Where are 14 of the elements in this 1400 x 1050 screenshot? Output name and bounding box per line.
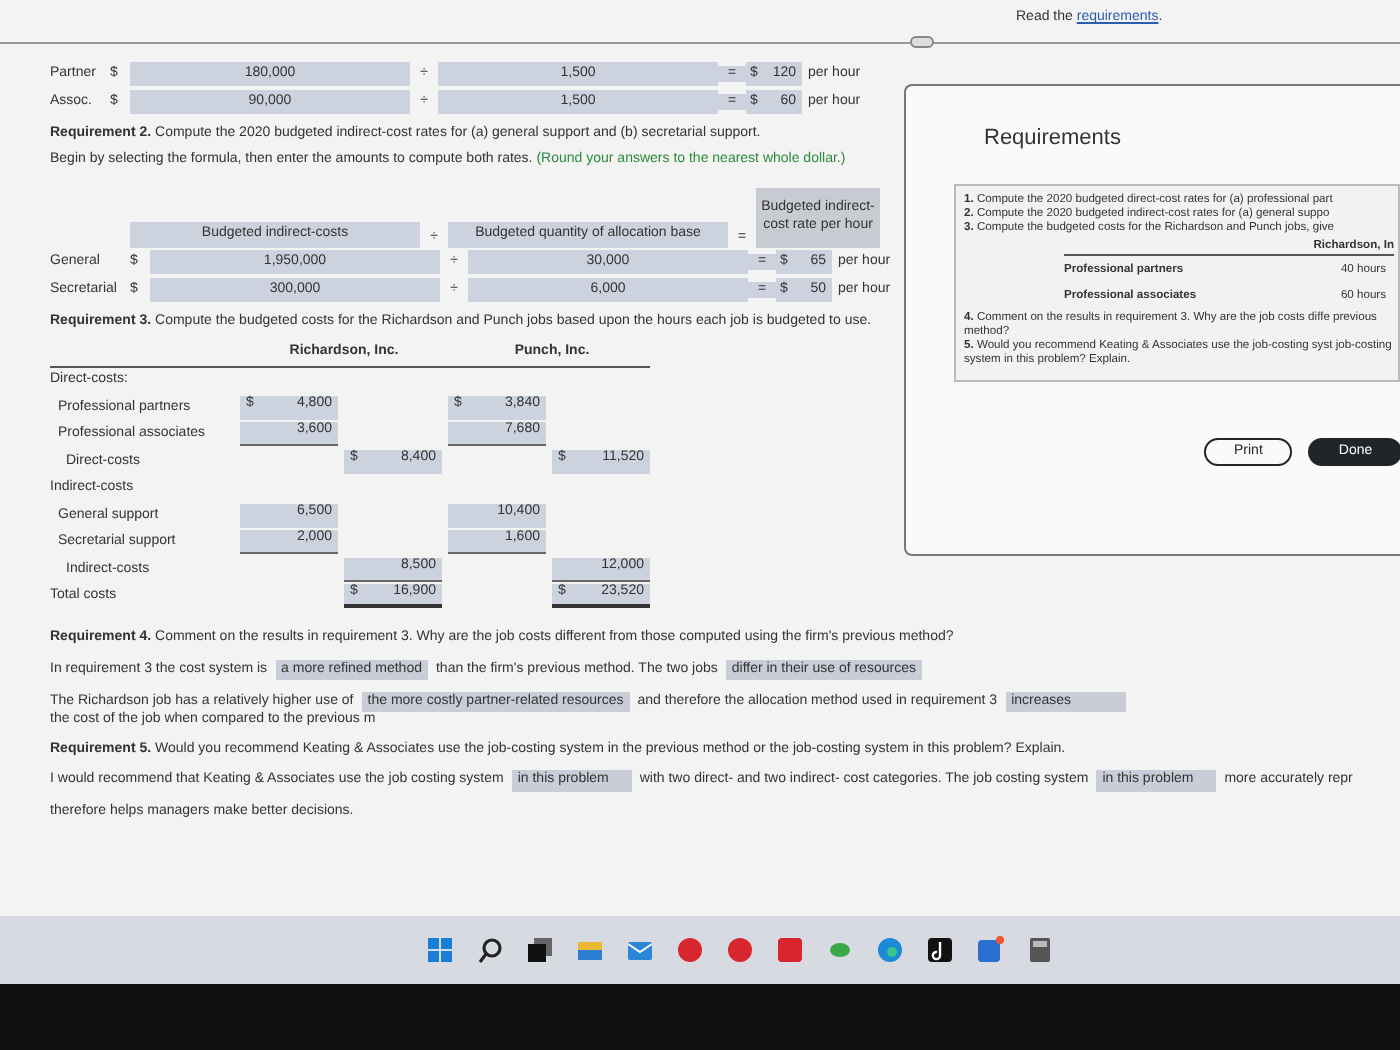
start-icon[interactable] xyxy=(426,936,454,964)
dialog-title: Requirements xyxy=(984,126,1123,153)
music-note-icon[interactable] xyxy=(926,936,954,964)
mail-icon[interactable] xyxy=(626,936,654,964)
app-icon[interactable] xyxy=(726,936,754,964)
divider-handle[interactable] xyxy=(910,36,934,48)
app-icon[interactable] xyxy=(676,936,704,964)
search-icon[interactable] xyxy=(476,936,504,964)
folder-icon[interactable] xyxy=(576,936,604,964)
browser-icon[interactable] xyxy=(876,936,904,964)
window-stack-icon[interactable] xyxy=(526,936,554,964)
document-icon[interactable] xyxy=(976,936,1004,964)
app-icon[interactable] xyxy=(776,936,804,964)
calculator-icon[interactable] xyxy=(1026,936,1054,964)
